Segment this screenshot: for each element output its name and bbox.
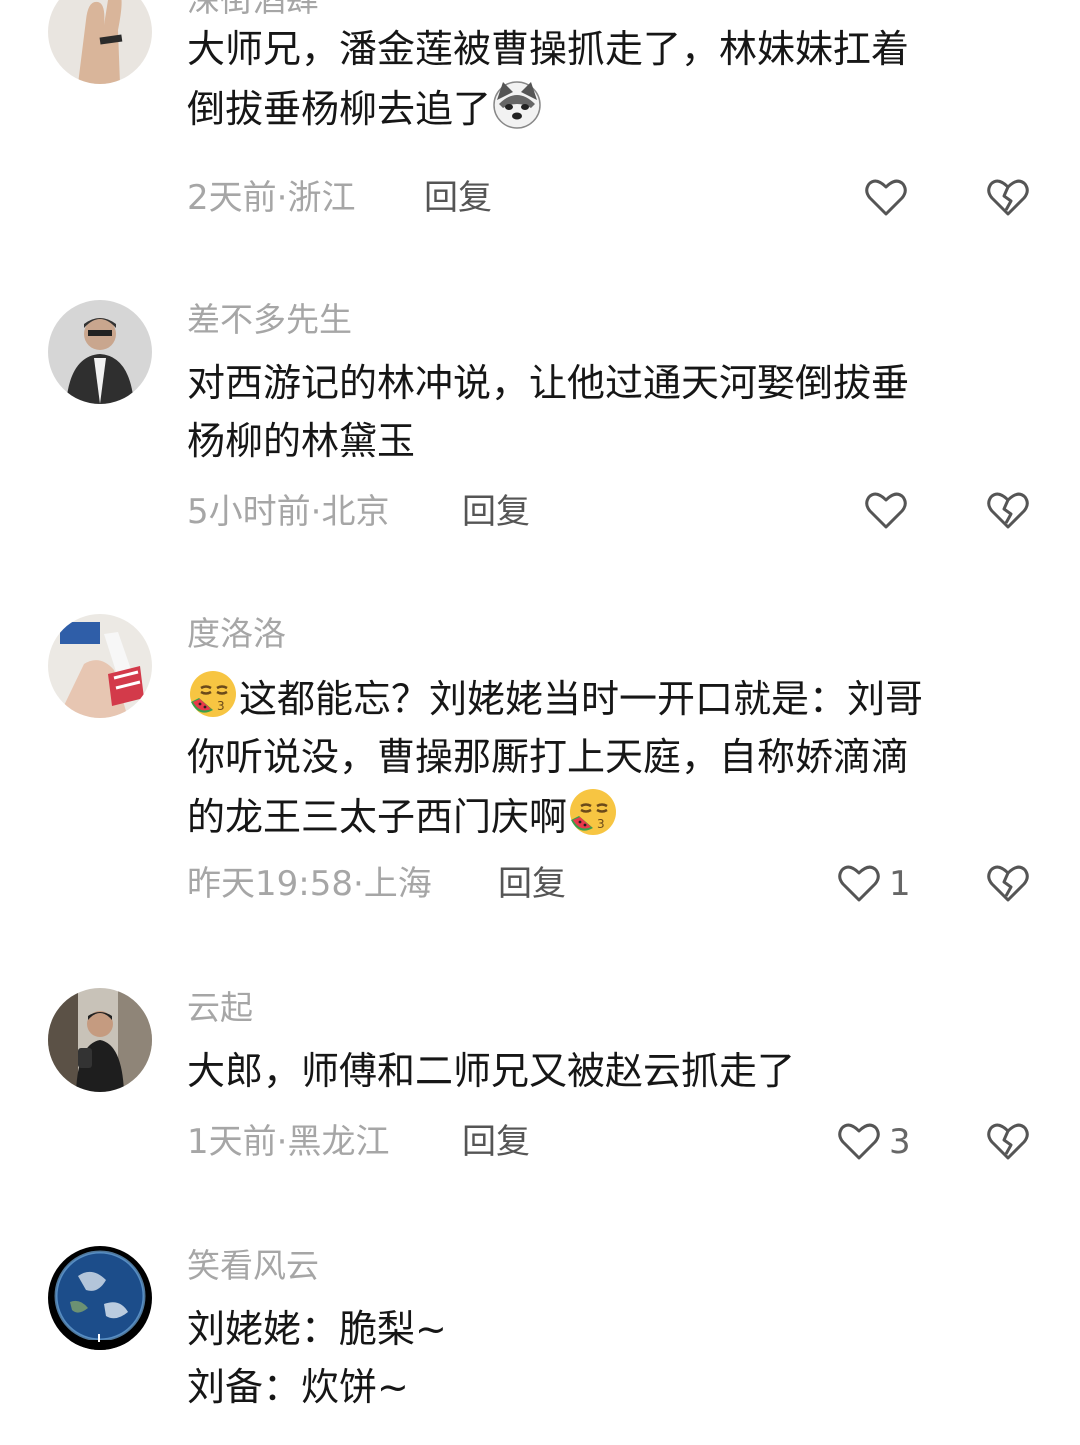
reply-button[interactable]: 回复 (462, 1122, 530, 1162)
comment-line: 的龙王三太子西门庆啊 3 (187, 786, 1037, 846)
comment-text: 大郎，师傅和二师兄又被赵云抓走了 (187, 1042, 1037, 1100)
eating-watermelon-emoji-icon: 3 (567, 786, 619, 838)
comment-text: 对西游记的林冲说，让他过通天河娶倒拔垂 杨柳的林黛玉 (187, 354, 1037, 470)
comment-line: 大郎，师傅和二师兄又被赵云抓走了 (187, 1049, 796, 1093)
avatar[interactable] (48, 988, 152, 1092)
eating-watermelon-emoji-icon: 3 (187, 668, 239, 720)
comment-username[interactable]: 深街酒肆 (187, 0, 319, 20)
svg-text:3: 3 (217, 699, 225, 713)
comment-username[interactable]: 差不多先生 (187, 300, 352, 340)
broken-heart-icon (984, 487, 1032, 535)
reply-button[interactable]: 回复 (462, 492, 530, 532)
avatar[interactable] (48, 1246, 152, 1350)
like-count: 1 (889, 864, 911, 904)
comment-line-text: 倒拔垂杨柳去追了 (187, 87, 492, 131)
comment-line: 对西游记的林冲说，让他过通天河娶倒拔垂 (187, 361, 910, 405)
comment-username[interactable]: 笑看风云 (187, 1246, 319, 1286)
comment-text: 大师兄，潘金莲被曹操抓走了，林妹妹扛着 倒拔垂杨柳去追了 (187, 20, 1037, 138)
dislike-button[interactable] (984, 860, 1032, 908)
comment-time-location: 昨天19:58·上海 (187, 864, 432, 904)
like-button[interactable] (862, 487, 910, 535)
comment-line: 刘备：炊饼~ (187, 1365, 409, 1409)
comment-text: 3 这都能忘？刘姥姥当时一开口就是：刘哥 你听说没，曹操那厮打上天庭，自称娇滴滴… (187, 668, 1037, 846)
comment-line: 大师兄，潘金莲被曹操抓走了，林妹妹扛着 (187, 27, 910, 71)
avatar[interactable] (48, 614, 152, 718)
heart-outline-icon (862, 487, 910, 535)
like-button[interactable] (862, 174, 910, 222)
comment-line: 倒拔垂杨柳去追了 (187, 78, 1037, 138)
heart-outline-icon (862, 174, 910, 222)
broken-heart-icon (984, 1118, 1032, 1166)
dislike-button[interactable] (984, 1118, 1032, 1166)
comment-username[interactable]: 度洛洛 (187, 614, 286, 654)
avatar[interactable] (48, 0, 152, 84)
comment-time-location: 5小时前·北京 (187, 492, 390, 532)
comment-line: 你听说没，曹操那厮打上天庭，自称娇滴滴 (187, 735, 910, 779)
svg-text:3: 3 (597, 817, 605, 831)
reply-button[interactable]: 回复 (498, 864, 566, 904)
comment-line: 3 这都能忘？刘姥姥当时一开口就是：刘哥 (187, 668, 1037, 728)
heart-outline-icon (835, 1118, 883, 1166)
reply-button[interactable]: 回复 (424, 178, 492, 218)
dislike-button[interactable] (984, 174, 1032, 222)
comment-time-location: 2天前·浙江 (187, 178, 356, 218)
heart-outline-icon (835, 860, 883, 908)
like-button[interactable]: 1 (835, 860, 911, 908)
comment-username[interactable]: 云起 (187, 988, 253, 1028)
broken-heart-icon (984, 860, 1032, 908)
comment-line-text: 这都能忘？刘姥姥当时一开口就是：刘哥 (239, 677, 924, 721)
comment-line: 杨柳的林黛玉 (187, 419, 416, 463)
avatar[interactable] (48, 300, 152, 404)
dislike-button[interactable] (984, 487, 1032, 535)
comment-line: 刘姥姥：脆梨~ (187, 1307, 447, 1351)
comment-time-location: 1天前·黑龙江 (187, 1122, 390, 1162)
comment-text: 刘姥姥：脆梨~ 刘备：炊饼~ (187, 1300, 1037, 1416)
like-button[interactable]: 3 (835, 1118, 911, 1166)
broken-heart-icon (984, 174, 1032, 222)
dog-face-emoji-icon (491, 78, 543, 130)
comment-line-text: 的龙王三太子西门庆啊 (187, 795, 568, 839)
like-count: 3 (889, 1122, 911, 1162)
